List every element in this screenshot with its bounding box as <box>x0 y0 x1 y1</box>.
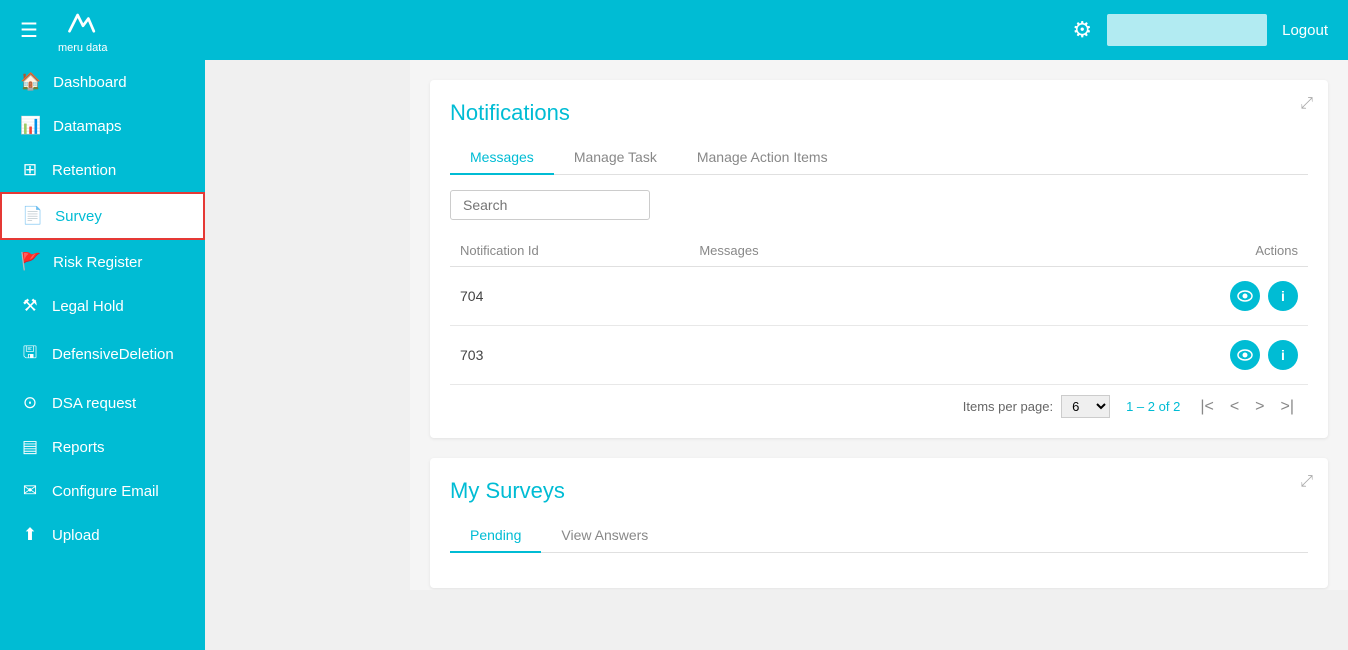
sidebar-item-label: Dashboard <box>53 74 126 91</box>
table-header: Notification Id Messages Actions <box>450 235 1308 267</box>
sidebar-item-label: DSA request <box>52 395 136 412</box>
eye-icon <box>1237 290 1253 302</box>
sidebar-item-dsa-request[interactable]: ⊙ DSA request <box>0 381 205 425</box>
items-per-page-label: Items per page: <box>963 399 1053 414</box>
logo-area: meru data <box>58 6 108 54</box>
survey-icon: 📄 <box>22 206 43 226</box>
sidebar-item-dashboard[interactable]: 🏠 Dashboard <box>0 60 205 104</box>
actions-cell-703: i <box>1178 340 1298 370</box>
sidebar-item-label: Survey <box>55 208 102 225</box>
table-row: 703 i <box>450 326 1308 385</box>
info-button-703[interactable]: i <box>1268 340 1298 370</box>
sidebar-item-label: Upload <box>52 527 100 544</box>
sidebar-item-configure-email[interactable]: ✉ Configure Email <box>0 469 205 513</box>
tab-pending[interactable]: Pending <box>450 519 541 553</box>
main-content: ⤢ Notifications Messages Manage Task Man… <box>410 60 1348 590</box>
sidebar-item-label: Configure Email <box>52 483 159 500</box>
configure-email-icon: ✉ <box>20 481 40 501</box>
actions-cell-704: i <box>1178 281 1298 311</box>
retention-icon: ⊞ <box>20 160 40 180</box>
info-icon: i <box>1281 288 1285 304</box>
info-button-704[interactable]: i <box>1268 281 1298 311</box>
tab-manage-task[interactable]: Manage Task <box>554 141 677 175</box>
risk-register-icon: 🚩 <box>20 252 41 272</box>
logo-text: meru data <box>58 42 108 54</box>
sidebar-item-retention[interactable]: ⊞ Retention <box>0 148 205 192</box>
table-row: 704 i <box>450 267 1308 326</box>
reports-icon: ▤ <box>20 437 40 457</box>
col-notification-id: Notification Id <box>460 243 699 258</box>
header-right: ⚙ Logout <box>1072 14 1328 46</box>
my-surveys-title: My Surveys <box>450 478 1308 504</box>
notifications-title: Notifications <box>450 100 1308 126</box>
sidebar: 🏠 Dashboard 📊 Datamaps ⊞ Retention 📄 Sur… <box>0 60 205 650</box>
sidebar-item-datamaps[interactable]: 📊 Datamaps <box>0 104 205 148</box>
last-page-button[interactable]: >| <box>1277 396 1299 418</box>
notifications-card: ⤢ Notifications Messages Manage Task Man… <box>430 80 1328 438</box>
prev-page-button[interactable]: < <box>1226 396 1243 418</box>
page-range: 1 – 2 of 2 <box>1126 399 1180 414</box>
notification-id-704: 704 <box>460 288 699 304</box>
logout-button[interactable]: Logout <box>1282 22 1328 39</box>
tab-view-answers[interactable]: View Answers <box>541 519 668 553</box>
home-icon: 🏠 <box>20 72 41 92</box>
items-per-page-select[interactable]: 6 12 24 <box>1061 395 1110 418</box>
defensive-deletion-icon: 🖫 <box>20 340 40 369</box>
tab-manage-action-items[interactable]: Manage Action Items <box>677 141 848 175</box>
col-actions: Actions <box>1178 243 1298 258</box>
expand-icon[interactable]: ⤢ <box>1300 95 1313 113</box>
sidebar-item-label: Datamaps <box>53 118 121 135</box>
sidebar-item-label: Risk Register <box>53 254 142 271</box>
hamburger-icon[interactable]: ☰ <box>20 18 38 43</box>
tab-messages[interactable]: Messages <box>450 141 554 175</box>
datamaps-icon: 📊 <box>20 116 41 136</box>
pagination: Items per page: 6 12 24 1 – 2 of 2 |< < … <box>450 385 1308 418</box>
sidebar-item-reports[interactable]: ▤ Reports <box>0 425 205 469</box>
notification-id-703: 703 <box>460 347 699 363</box>
expand-surveys-icon[interactable]: ⤢ <box>1300 473 1313 491</box>
my-surveys-card: ⤢ My Surveys Pending View Answers <box>430 458 1328 588</box>
info-icon: i <box>1281 347 1285 363</box>
sidebar-item-upload[interactable]: ⬆ Upload <box>0 513 205 557</box>
sidebar-item-legal-hold[interactable]: ⚒ Legal Hold <box>0 284 205 328</box>
col-messages: Messages <box>699 243 1178 258</box>
upload-icon: ⬆ <box>20 525 40 545</box>
sidebar-item-label: Retention <box>52 162 116 179</box>
sidebar-item-label: DefensiveDeletion <box>52 346 174 363</box>
eye-icon <box>1237 349 1253 361</box>
sidebar-item-risk-register[interactable]: 🚩 Risk Register <box>0 240 205 284</box>
search-input[interactable] <box>450 190 650 220</box>
my-surveys-tabs: Pending View Answers <box>450 519 1308 553</box>
view-button-704[interactable] <box>1230 281 1260 311</box>
logo-icon <box>65 6 101 42</box>
notifications-tabs: Messages Manage Task Manage Action Items <box>450 141 1308 175</box>
user-box <box>1107 14 1267 46</box>
dsa-request-icon: ⊙ <box>20 393 40 413</box>
first-page-button[interactable]: |< <box>1196 396 1218 418</box>
sidebar-item-survey[interactable]: 📄 Survey <box>0 192 205 240</box>
gear-icon[interactable]: ⚙ <box>1072 17 1092 43</box>
notifications-card-wrapper: ⤢ Notifications Messages Manage Task Man… <box>430 80 1328 438</box>
legal-hold-icon: ⚒ <box>20 296 40 316</box>
sidebar-item-defensive-deletion[interactable]: 🖫 DefensiveDeletion <box>0 328 205 381</box>
my-surveys-card-wrapper: ⤢ My Surveys Pending View Answers <box>430 458 1328 588</box>
next-page-button[interactable]: > <box>1251 396 1268 418</box>
sidebar-item-label: Legal Hold <box>52 298 124 315</box>
header: ☰ meru data ⚙ Logout <box>0 0 1348 60</box>
view-button-703[interactable] <box>1230 340 1260 370</box>
sidebar-item-label: Reports <box>52 439 105 456</box>
